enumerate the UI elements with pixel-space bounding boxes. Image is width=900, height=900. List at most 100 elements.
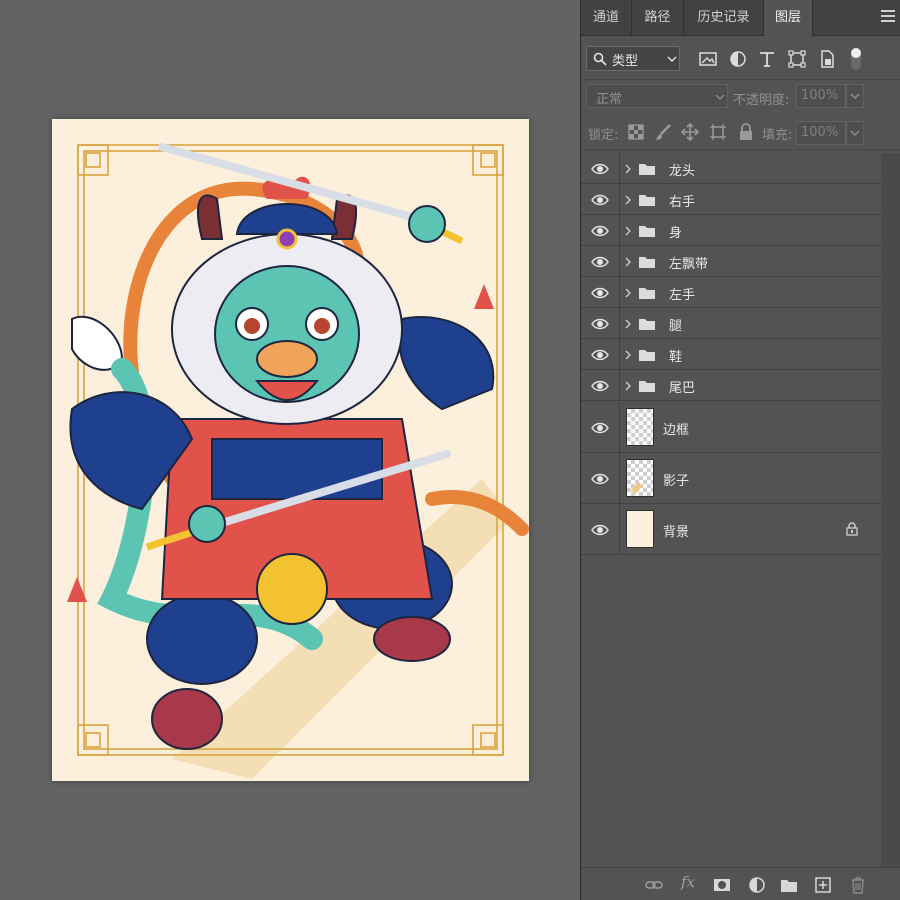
layer-name: 边框: [663, 423, 690, 438]
left-leg: [146, 593, 258, 685]
eye-icon[interactable]: [591, 421, 609, 435]
layer-row-border[interactable]: 边框: [581, 402, 881, 453]
chevron-right-icon[interactable]: [624, 164, 632, 174]
layer-row-group[interactable]: 龙头: [581, 153, 881, 184]
layer-row-group[interactable]: 身: [581, 215, 881, 246]
adjustment-filter-icon[interactable]: [728, 49, 748, 69]
layer-row-group[interactable]: 左手: [581, 277, 881, 308]
filter-type-select[interactable]: 类型: [586, 46, 680, 71]
snout: [256, 340, 318, 378]
lock-all-icon[interactable]: [737, 123, 755, 141]
fill-label: 填充:: [762, 128, 793, 143]
layer-name: 身: [669, 226, 683, 241]
layer-name: 影子: [663, 474, 690, 489]
layer-mask-icon[interactable]: [713, 876, 731, 894]
chevron-right-icon[interactable]: [624, 195, 632, 205]
delete-layer-icon[interactable]: [849, 876, 867, 894]
blend-mode-value: 正常: [596, 92, 623, 107]
search-icon: [593, 52, 607, 66]
tab-history[interactable]: 历史记录: [684, 0, 764, 36]
layer-name: 龙头: [669, 164, 696, 179]
layer-row-background[interactable]: 背景: [581, 504, 881, 555]
eye-icon[interactable]: [591, 379, 609, 393]
layer-name: 腿: [669, 319, 683, 334]
layer-thumbnail: [626, 408, 654, 446]
chevron-down-icon: [850, 93, 860, 99]
text-filter-icon[interactable]: [757, 49, 777, 69]
adjustment-layer-icon[interactable]: [748, 876, 766, 894]
folder-icon: [639, 350, 655, 361]
eye-icon[interactable]: [591, 255, 609, 269]
layer-name: 尾巴: [669, 381, 696, 396]
lock-image-icon[interactable]: [655, 123, 673, 141]
folder-icon: [639, 195, 655, 206]
lock-icon[interactable]: [846, 522, 858, 536]
eye-icon[interactable]: [591, 224, 609, 238]
shadow-thumbnail-art: [631, 482, 643, 494]
eye-icon[interactable]: [591, 193, 609, 207]
eye-icon[interactable]: [591, 162, 609, 176]
chest-plate: [211, 438, 383, 500]
panel-menu-icon[interactable]: [881, 10, 895, 24]
eye-icon[interactable]: [591, 348, 609, 362]
artwork-dragon-general: [67, 143, 529, 779]
chevron-down-icon: [850, 130, 860, 136]
layer-name: 背景: [663, 525, 690, 540]
chevron-right-icon[interactable]: [624, 381, 632, 391]
lock-artboard-icon[interactable]: [709, 123, 727, 141]
chevron-down-icon: [715, 94, 725, 100]
filter-type-label: 类型: [612, 54, 639, 69]
folder-icon: [639, 226, 655, 237]
layer-thumbnail: [626, 510, 654, 548]
layers-bottom-bar: fx: [581, 867, 900, 900]
layer-name: 右手: [669, 195, 696, 210]
tab-paths[interactable]: 路径: [632, 0, 684, 36]
tab-channels[interactable]: 通道: [581, 0, 632, 36]
layer-row-group[interactable]: 左飘带: [581, 246, 881, 277]
opacity-dropdown[interactable]: [846, 84, 864, 108]
chevron-right-icon[interactable]: [624, 288, 632, 298]
layer-row-group[interactable]: 腿: [581, 308, 881, 339]
chevron-right-icon[interactable]: [624, 257, 632, 267]
shape-filter-icon[interactable]: [787, 49, 807, 69]
layers-panel: 通道 路径 历史记录 图层 类型 正常 不透明度: 100% 锁定: 填充: 1…: [580, 0, 900, 900]
layer-list-scrollbar[interactable]: [881, 153, 900, 867]
eye-icon[interactable]: [591, 472, 609, 486]
fx-icon[interactable]: fx: [681, 873, 699, 891]
left-hand: [188, 505, 226, 543]
lock-transparent-icon[interactable]: [627, 123, 645, 141]
eye-icon[interactable]: [591, 286, 609, 300]
new-group-icon[interactable]: [780, 876, 798, 894]
folder-icon: [639, 319, 655, 330]
chevron-right-icon[interactable]: [624, 319, 632, 329]
tab-layers[interactable]: 图层: [764, 0, 813, 37]
chevron-down-icon: [667, 56, 677, 62]
chevron-right-icon[interactable]: [624, 350, 632, 360]
smart-object-filter-icon[interactable]: [817, 49, 837, 69]
layer-filter-bar: 类型: [581, 36, 900, 80]
image-filter-icon[interactable]: [698, 49, 718, 69]
fill-input[interactable]: 100%: [796, 121, 846, 145]
new-layer-icon[interactable]: [814, 876, 832, 894]
opacity-input[interactable]: 100%: [796, 84, 846, 108]
eye-icon[interactable]: [591, 523, 609, 537]
chevron-right-icon[interactable]: [624, 226, 632, 236]
lock-row: 锁定: 填充: 100%: [581, 116, 900, 150]
eye-icon[interactable]: [591, 317, 609, 331]
layer-row-group[interactable]: 鞋: [581, 339, 881, 370]
layer-name: 左手: [669, 288, 696, 303]
layer-row-group[interactable]: 右手: [581, 184, 881, 215]
layer-row-group[interactable]: 尾巴: [581, 370, 881, 401]
fill-dropdown[interactable]: [846, 121, 864, 145]
document-canvas[interactable]: [52, 119, 529, 781]
canvas-workspace[interactable]: [0, 0, 580, 900]
layer-row-shadow[interactable]: 影子: [581, 453, 881, 504]
blend-mode-select[interactable]: 正常: [586, 84, 728, 108]
opacity-label: 不透明度:: [733, 93, 790, 108]
right-sleeve: [398, 316, 495, 411]
folder-icon: [639, 288, 655, 299]
filter-toggle-icon[interactable]: [849, 46, 863, 72]
lock-position-icon[interactable]: [681, 123, 699, 141]
folder-icon: [639, 381, 655, 392]
link-layers-icon[interactable]: [645, 876, 663, 894]
